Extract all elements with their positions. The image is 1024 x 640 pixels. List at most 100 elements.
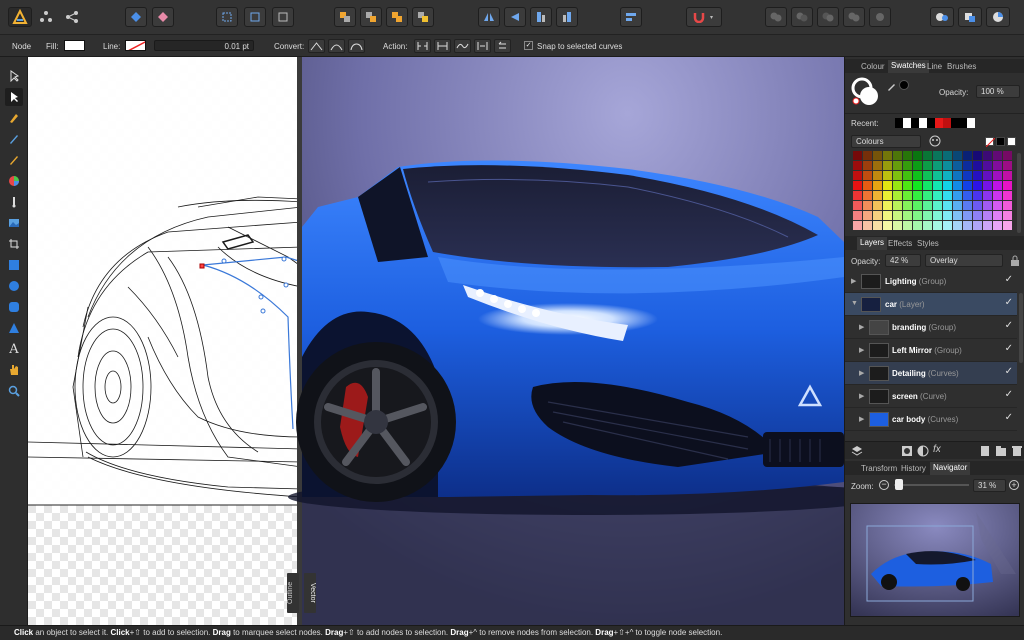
swatch-cell[interactable] xyxy=(903,171,912,180)
swatch-cell[interactable] xyxy=(943,181,952,190)
text-tool-icon[interactable]: A xyxy=(5,340,23,358)
swatch-cell[interactable] xyxy=(923,161,932,170)
swatch-cell[interactable] xyxy=(863,191,872,200)
layer-row-car[interactable]: ▼ car (Layer) ✓ xyxy=(845,293,1017,316)
swatch-cell[interactable] xyxy=(853,181,862,190)
swatch-cell[interactable] xyxy=(853,171,862,180)
arrange-backward-icon[interactable] xyxy=(360,7,382,27)
swatch-cell[interactable] xyxy=(853,191,862,200)
tab-brushes[interactable]: Brushes xyxy=(947,62,976,71)
swatch-cell[interactable] xyxy=(943,161,952,170)
swatch-cell[interactable] xyxy=(883,191,892,200)
swatch-cell[interactable] xyxy=(1003,151,1012,160)
swatch-cell[interactable] xyxy=(983,211,992,220)
rounded-rectangle-tool-icon[interactable] xyxy=(5,298,23,316)
swatch-cell[interactable] xyxy=(873,161,882,170)
swatch-cell[interactable] xyxy=(983,191,992,200)
visibility-check-icon[interactable]: ✓ xyxy=(1005,320,1013,331)
layer-row-detailing[interactable]: ▶ Detailing (Curves) ✓ xyxy=(845,362,1017,385)
app-logo-icon[interactable] xyxy=(8,7,32,27)
swatch-cell[interactable] xyxy=(973,161,982,170)
swatch-cell[interactable] xyxy=(993,191,1002,200)
expand-arrow-icon[interactable]: ▶ xyxy=(859,392,864,400)
navigator-preview[interactable] xyxy=(850,503,1020,617)
swatch-cell[interactable] xyxy=(963,201,972,210)
expand-arrow-icon[interactable]: ▶ xyxy=(859,369,864,377)
swatch-cell[interactable] xyxy=(993,211,1002,220)
move-tool-icon[interactable] xyxy=(5,67,23,85)
ellipse-tool-icon[interactable] xyxy=(5,277,23,295)
swatch-cell[interactable] xyxy=(893,221,902,230)
swatch-cell[interactable] xyxy=(913,191,922,200)
swatch-cell[interactable] xyxy=(903,151,912,160)
transform-icon[interactable] xyxy=(272,7,294,27)
flip-horizontal-icon[interactable] xyxy=(478,7,500,27)
zoom-tool-icon[interactable] xyxy=(5,382,23,400)
swatch-cell[interactable] xyxy=(853,211,862,220)
recent-colours[interactable] xyxy=(895,118,975,128)
outline-view-label[interactable]: Outline xyxy=(287,573,299,613)
swatch-cell[interactable] xyxy=(953,201,962,210)
swatch-cell[interactable] xyxy=(883,201,892,210)
zoom-out-icon[interactable]: − xyxy=(879,480,889,490)
expand-arrow-icon[interactable]: ▶ xyxy=(859,323,864,331)
swatch-cell[interactable] xyxy=(1003,191,1012,200)
swatch-cell[interactable] xyxy=(933,171,942,180)
swatch-cell[interactable] xyxy=(913,211,922,220)
zoom-field[interactable]: 31 % xyxy=(973,479,1006,492)
swatch-cell[interactable] xyxy=(933,201,942,210)
pencil-tool-icon[interactable] xyxy=(5,130,23,148)
swatch-cell[interactable] xyxy=(863,181,872,190)
preview-mode-icon[interactable] xyxy=(958,7,982,27)
swatch-cell[interactable] xyxy=(883,151,892,160)
swatch-cell[interactable] xyxy=(913,161,922,170)
swatch-cell[interactable] xyxy=(963,161,972,170)
swatch-cell[interactable] xyxy=(893,151,902,160)
picked-colour-swatch[interactable] xyxy=(899,80,909,90)
swatch-cell[interactable] xyxy=(953,151,962,160)
tab-layers[interactable]: Layers xyxy=(857,237,888,250)
swatch-cell[interactable] xyxy=(983,151,992,160)
tab-styles[interactable]: Styles xyxy=(917,239,939,248)
boolean-add-icon[interactable] xyxy=(765,7,787,27)
delete-layer-icon[interactable] xyxy=(1011,445,1023,459)
select-bounds-icon[interactable] xyxy=(216,7,238,27)
swatch-cell[interactable] xyxy=(973,221,982,230)
swatch-cell[interactable] xyxy=(993,181,1002,190)
swatch-cell[interactable] xyxy=(923,201,932,210)
boolean-divide-icon[interactable] xyxy=(869,7,891,27)
swatch-cell[interactable] xyxy=(993,221,1002,230)
swatch-cell[interactable] xyxy=(983,181,992,190)
swatch-cell[interactable] xyxy=(993,171,1002,180)
swatch-cell[interactable] xyxy=(903,211,912,220)
swatch-cell[interactable] xyxy=(873,151,882,160)
swatch-cell[interactable] xyxy=(863,171,872,180)
arrange-front-icon[interactable] xyxy=(412,7,434,27)
snap-checkbox[interactable]: ✓ xyxy=(524,41,533,50)
pen-tool-icon[interactable] xyxy=(5,109,23,127)
boolean-subtract-icon[interactable] xyxy=(791,7,813,27)
layer-stack-icon[interactable] xyxy=(851,445,863,459)
reverse-curve-icon[interactable] xyxy=(494,39,511,53)
swatch-cell[interactable] xyxy=(943,191,952,200)
swatch-cell[interactable] xyxy=(1003,221,1012,230)
swatch-cell[interactable] xyxy=(903,221,912,230)
swatch-cell[interactable] xyxy=(963,181,972,190)
tab-effects[interactable]: Effects xyxy=(888,239,912,248)
convert-smooth-icon[interactable] xyxy=(328,39,345,53)
pixel-view-icon[interactable] xyxy=(986,7,1010,27)
hand-tool-icon[interactable] xyxy=(5,361,23,379)
none-colour-swatch[interactable] xyxy=(985,137,996,148)
convert-sharp-icon[interactable] xyxy=(308,39,325,53)
vector-view-label[interactable]: Vector xyxy=(304,573,316,613)
persona-icon[interactable] xyxy=(36,7,56,27)
swatch-cell[interactable] xyxy=(903,191,912,200)
swatch-cell[interactable] xyxy=(893,181,902,190)
expand-arrow-icon[interactable]: ▶ xyxy=(859,346,864,354)
colour-opacity-field[interactable]: 100 % xyxy=(976,85,1020,98)
swatch-cell[interactable] xyxy=(933,211,942,220)
document-canvas[interactable]: Outline Vector xyxy=(28,57,844,625)
swatch-cell[interactable] xyxy=(973,151,982,160)
line-swatch[interactable] xyxy=(125,40,146,51)
swatch-cell[interactable] xyxy=(953,221,962,230)
